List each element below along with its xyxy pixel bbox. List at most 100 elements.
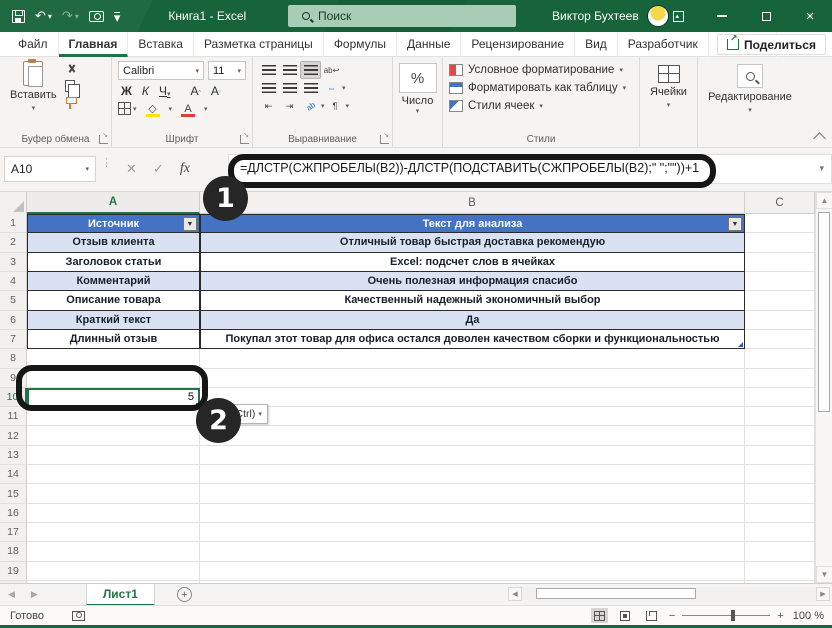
- row-header-6[interactable]: 6: [0, 311, 27, 330]
- cell-styles-button[interactable]: Стили ячеек▾: [443, 97, 639, 115]
- cell-A15[interactable]: [27, 484, 200, 503]
- row-header-7[interactable]: 7: [0, 330, 27, 349]
- name-box[interactable]: A10 ▾: [4, 156, 96, 182]
- sheet-nav-right-icon[interactable]: ▶: [23, 589, 46, 600]
- cell-C7[interactable]: [745, 330, 815, 349]
- tab-разметка-страницы[interactable]: Разметка страницы: [194, 32, 324, 57]
- cell-B4[interactable]: Очень полезная информация спасибо: [200, 272, 745, 291]
- align-bottom-button[interactable]: [300, 61, 321, 79]
- font-color-button[interactable]: А: [181, 104, 195, 114]
- row-header-13[interactable]: 13: [0, 446, 27, 465]
- row-header-16[interactable]: 16: [0, 504, 27, 523]
- vertical-scrollbar[interactable]: ▲ ▼: [815, 192, 832, 583]
- text-direction-button[interactable]: ¶: [325, 97, 346, 115]
- cell-A7[interactable]: Длинный отзыв: [27, 330, 200, 349]
- horizontal-scrollbar[interactable]: ◀ ▶: [508, 587, 830, 601]
- bold-button[interactable]: Ж: [118, 84, 135, 98]
- zoom-out-icon[interactable]: −: [669, 610, 675, 622]
- tab-формулы[interactable]: Формулы: [324, 32, 397, 57]
- cell-A6[interactable]: Краткий текст: [27, 311, 200, 330]
- camera-icon[interactable]: [89, 11, 104, 22]
- merge-center-button[interactable]: ⇔: [321, 79, 342, 97]
- cell-A14[interactable]: [27, 465, 200, 484]
- page-break-view-button[interactable]: [643, 608, 660, 623]
- align-left-button[interactable]: [258, 79, 279, 97]
- row-header-17[interactable]: 17: [0, 523, 27, 542]
- row-header-8[interactable]: 8: [0, 349, 27, 368]
- conditional-formatting-button[interactable]: Условное форматирование▾: [443, 61, 639, 79]
- row-header-18[interactable]: 18: [0, 542, 27, 561]
- cell-B1[interactable]: Текст для анализа▼: [200, 214, 745, 233]
- cell-A17[interactable]: [27, 523, 200, 542]
- maximize-button[interactable]: [744, 0, 788, 32]
- cell-B12[interactable]: [200, 426, 745, 445]
- cell-B7[interactable]: Покупал этот товар для офиса остался дов…: [200, 330, 745, 349]
- filter-dropdown-icon[interactable]: ▼: [183, 217, 197, 231]
- zoom-slider[interactable]: [682, 615, 770, 616]
- cell-C3[interactable]: [745, 253, 815, 272]
- row-header-2[interactable]: 2: [0, 233, 27, 252]
- decrease-indent-button[interactable]: ⇤: [258, 97, 279, 115]
- row-header-3[interactable]: 3: [0, 253, 27, 272]
- editing-menu-button[interactable]: Редактирование ▾: [698, 64, 802, 114]
- cell-A5[interactable]: Описание товара: [27, 291, 200, 310]
- table-resize-handle[interactable]: [738, 342, 743, 347]
- dialog-launcher-icon[interactable]: [380, 135, 389, 144]
- normal-view-button[interactable]: [591, 608, 608, 623]
- align-top-button[interactable]: [258, 61, 279, 79]
- cell-B17[interactable]: [200, 523, 745, 542]
- undo-icon[interactable]: ↶▾: [35, 8, 52, 24]
- account-area[interactable]: Виктор Бухтеев: [552, 0, 669, 32]
- filter-dropdown-icon[interactable]: ▼: [728, 217, 742, 231]
- cell-C16[interactable]: [745, 504, 815, 523]
- cell-C17[interactable]: [745, 523, 815, 542]
- cell-C5[interactable]: [745, 291, 815, 310]
- dialog-launcher-icon[interactable]: [240, 135, 249, 144]
- row-header-5[interactable]: 5: [0, 291, 27, 310]
- underline-button[interactable]: Ч▾: [156, 84, 174, 98]
- copy-icon[interactable]: [65, 80, 75, 92]
- tab-файл[interactable]: Файл: [8, 32, 59, 57]
- add-sheet-icon[interactable]: +: [177, 587, 192, 602]
- cell-B19[interactable]: [200, 562, 745, 581]
- horizontal-scroll-thumb[interactable]: [536, 588, 696, 599]
- cell-C19[interactable]: [745, 562, 815, 581]
- row-header-15[interactable]: 15: [0, 484, 27, 503]
- column-header-C[interactable]: C: [745, 192, 815, 214]
- font-name-select[interactable]: Calibri▾: [118, 61, 204, 80]
- share-button[interactable]: Поделиться: [717, 34, 826, 55]
- cells-menu-button[interactable]: Ячейки ▾: [640, 65, 697, 109]
- cell-B18[interactable]: [200, 542, 745, 561]
- tab-данные[interactable]: Данные: [397, 32, 461, 57]
- wrap-text-button[interactable]: ab↩: [321, 61, 342, 79]
- scroll-up-icon[interactable]: ▲: [816, 192, 832, 209]
- row-header-4[interactable]: 4: [0, 272, 27, 291]
- shrink-font-button[interactable]: Аˇ: [208, 84, 224, 98]
- percent-style-button[interactable]: %: [399, 63, 437, 93]
- cell-B10[interactable]: [200, 388, 745, 407]
- cell-B15[interactable]: [200, 484, 745, 503]
- cell-B5[interactable]: Качественный надежный экономичный выбор: [200, 291, 745, 310]
- confirm-entry-icon[interactable]: ✓: [153, 161, 164, 177]
- cell-A13[interactable]: [27, 446, 200, 465]
- collapse-ribbon-icon[interactable]: [813, 132, 826, 145]
- cell-A18[interactable]: [27, 542, 200, 561]
- dialog-launcher-icon[interactable]: [99, 135, 108, 144]
- cell-A3[interactable]: Заголовок статьи: [27, 253, 200, 272]
- cell-A12[interactable]: [27, 426, 200, 445]
- expand-formula-bar-icon[interactable]: ▾: [819, 163, 824, 174]
- cell-B8[interactable]: [200, 349, 745, 368]
- cell-C14[interactable]: [745, 465, 815, 484]
- tab-вид[interactable]: Вид: [575, 32, 618, 57]
- qat-customize-icon[interactable]: ▾: [114, 12, 121, 21]
- cell-C11[interactable]: [745, 407, 815, 426]
- page-layout-view-button[interactable]: [617, 608, 634, 623]
- cell-A2[interactable]: Отзыв клиента: [27, 233, 200, 252]
- cell-C12[interactable]: [745, 426, 815, 445]
- cell-B11[interactable]: [200, 407, 745, 426]
- cell-C8[interactable]: [745, 349, 815, 368]
- cell-B3[interactable]: Excel: подсчет слов в ячейках: [200, 253, 745, 272]
- column-header-B[interactable]: B: [200, 192, 745, 214]
- cell-C18[interactable]: [745, 542, 815, 561]
- format-as-table-button[interactable]: Форматировать как таблицу▾: [443, 79, 639, 97]
